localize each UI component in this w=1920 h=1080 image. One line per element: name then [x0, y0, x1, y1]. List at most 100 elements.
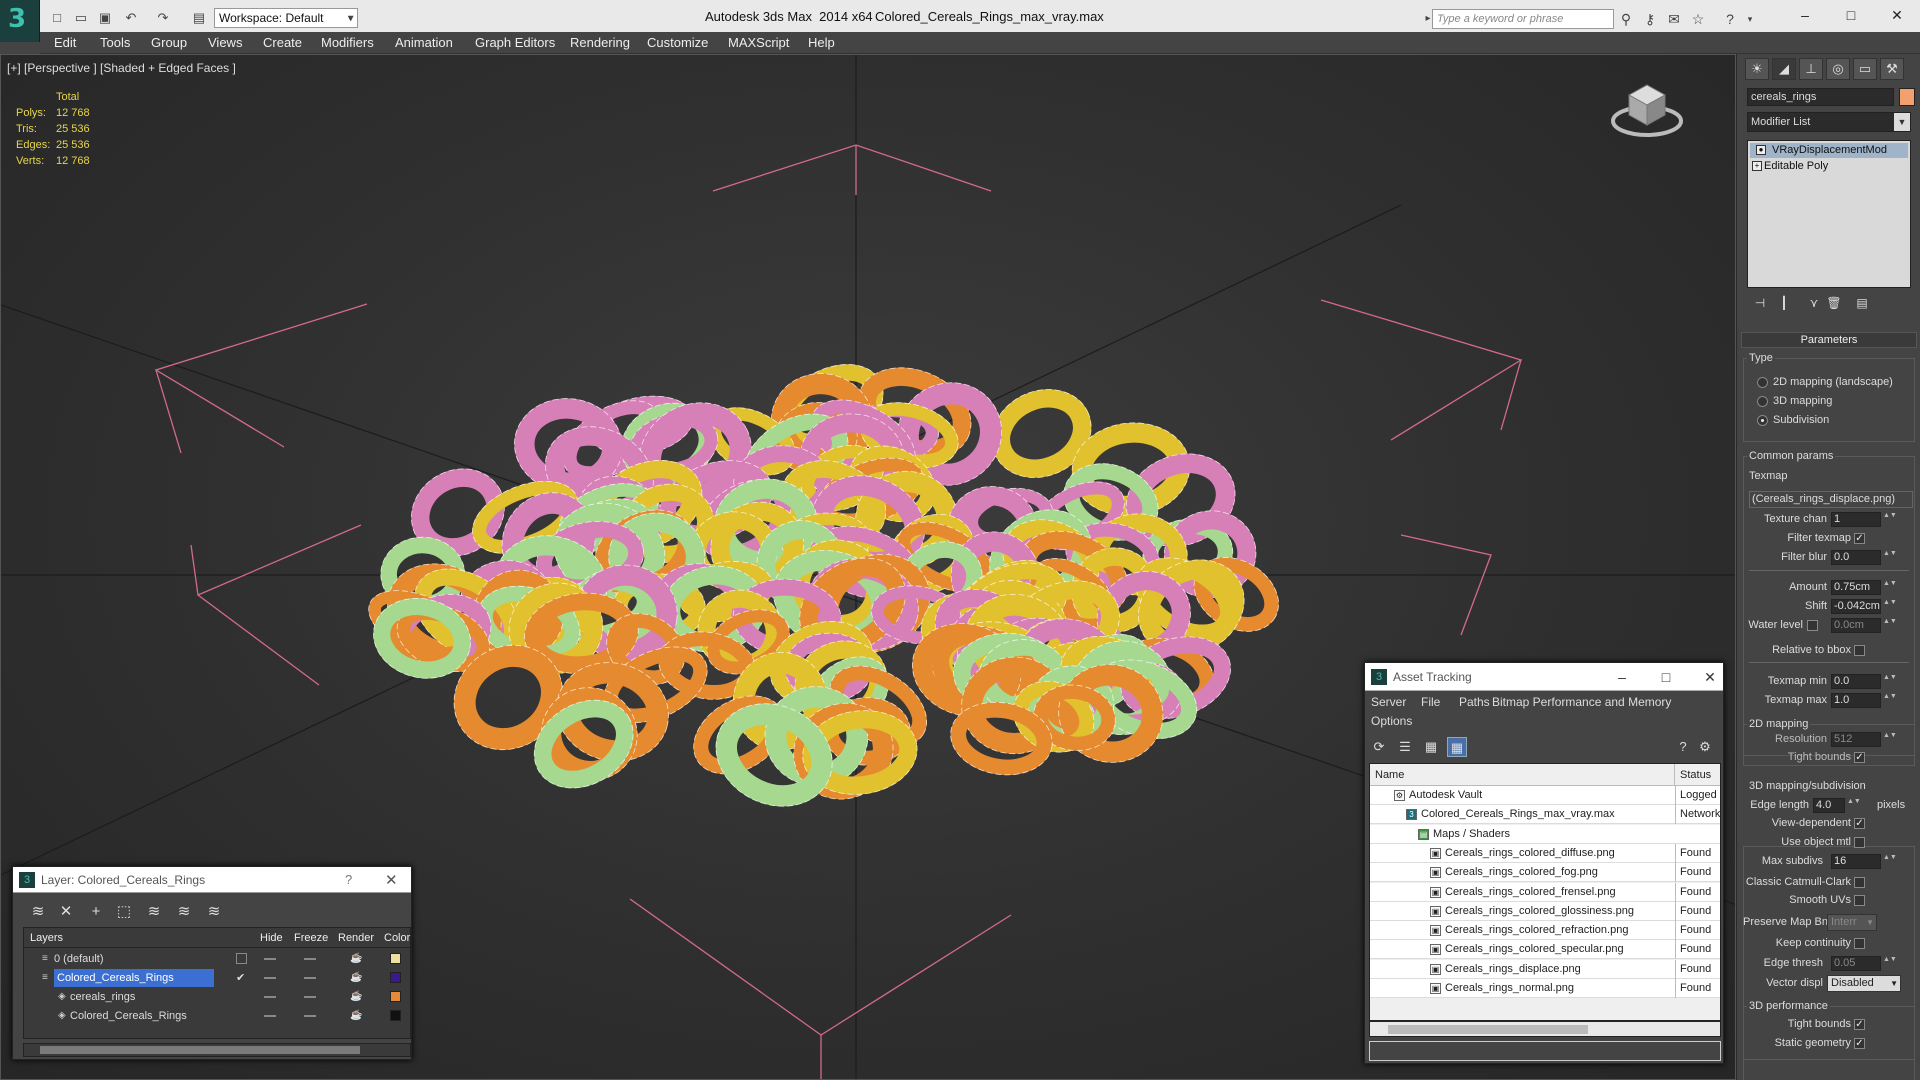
keep-continuity-checkbox[interactable] — [1854, 938, 1865, 949]
layer-color-swatch[interactable] — [390, 972, 401, 983]
render-teapot-icon[interactable]: ☕ — [350, 950, 362, 968]
column-header[interactable]: Freeze — [294, 932, 328, 944]
scrollbar-thumb[interactable] — [40, 1046, 360, 1054]
menu-tools[interactable]: Tools — [100, 35, 130, 50]
tight-bounds-2d-checkbox[interactable]: ✓ — [1854, 752, 1865, 763]
workspace-dropdown[interactable]: Workspace: Default ▼ — [214, 8, 358, 28]
app-logo-button[interactable]: 3 — [0, 0, 40, 42]
create-tab-sun-icon[interactable]: ☀ — [1745, 58, 1769, 80]
freeze-toggle[interactable] — [304, 958, 316, 960]
asset-row[interactable]: ▣ Cereals_rings_displace.png Found — [1370, 959, 1720, 979]
filter-texmap-checkbox[interactable]: ✓ — [1854, 533, 1865, 544]
highlight-layer-icon[interactable]: ≋ — [143, 901, 165, 923]
horizontal-scrollbar[interactable] — [23, 1043, 411, 1057]
menu-server[interactable]: Server — [1371, 695, 1406, 709]
current-layer-checkmark-icon[interactable]: ✔ — [236, 969, 245, 987]
render-teapot-icon[interactable]: ☕ — [350, 988, 362, 1006]
resolution-field[interactable]: 512 — [1831, 732, 1881, 747]
layer-dialog-titlebar[interactable]: 3 Layer: Colored_Cereals_Rings ? ✕ — [13, 867, 411, 893]
spinner-icon[interactable]: ▲▼ — [1883, 732, 1897, 747]
asset-row[interactable]: ▤ Maps / Shaders — [1370, 824, 1720, 844]
layer-name[interactable]: cereals_rings — [70, 988, 135, 1006]
communication-icon[interactable]: ✉ — [1664, 9, 1684, 29]
close-icon[interactable]: ✕ — [1697, 667, 1723, 687]
pin-stack-icon[interactable]: ⊣ — [1751, 296, 1769, 314]
menu-maxscript[interactable]: MAXScript — [728, 35, 789, 50]
modify-tab-icon[interactable]: ◢ — [1772, 58, 1796, 80]
viewcube-icon[interactable] — [1607, 73, 1687, 141]
column-header[interactable]: Hide — [260, 932, 283, 944]
expand-plus-icon[interactable]: + — [1752, 161, 1762, 171]
asset-dialog-titlebar[interactable]: 3 Asset Tracking – □ ✕ — [1365, 663, 1723, 691]
layer-color-swatch[interactable] — [390, 991, 401, 1002]
menu-edit[interactable]: Edit — [54, 35, 76, 50]
asset-row[interactable]: 3 Colored_Cereals_Rings_max_vray.max Netwo… — [1370, 805, 1720, 825]
menu-options[interactable]: Options — [1371, 714, 1412, 728]
delete-layer-icon[interactable]: ✕ — [55, 901, 77, 923]
select-in-layer-icon[interactable]: ⬚ — [113, 901, 135, 923]
make-unique-icon[interactable]: ⋎ — [1805, 296, 1823, 314]
smooth-uvs-checkbox[interactable] — [1854, 895, 1865, 906]
stack-item[interactable]: ● VRayDisplacementMod — [1750, 143, 1908, 158]
water-level-field[interactable]: 0.0cm — [1831, 618, 1881, 633]
relative-bbox-checkbox[interactable] — [1854, 645, 1865, 656]
hide-toggle[interactable] — [264, 958, 276, 960]
menu-views[interactable]: Views — [208, 35, 242, 50]
hierarchy-tab-icon[interactable]: ⊥ — [1799, 58, 1823, 80]
settings-icon[interactable]: ⚙ — [1695, 737, 1715, 757]
current-layer-checkbox[interactable] — [236, 953, 247, 964]
parameters-rollout-header[interactable]: Parameters — [1741, 332, 1917, 348]
refresh-icon[interactable]: ⟳ — [1369, 737, 1389, 757]
spinner-icon[interactable]: ▲▼ — [1883, 693, 1897, 708]
menu-animation[interactable]: Animation — [395, 35, 453, 50]
asset-row[interactable]: ⚙ Autodesk Vault Logged Out — [1370, 786, 1720, 805]
edge-length-field[interactable]: 4.0 — [1813, 798, 1845, 813]
freeze-toggle[interactable] — [304, 996, 316, 998]
layer-color-swatch[interactable] — [390, 953, 401, 964]
list-view-icon[interactable]: ☰ — [1395, 737, 1415, 757]
asset-row[interactable]: ▣ Cereals_rings_colored_glossiness.png Fou… — [1370, 901, 1720, 921]
maximize-icon[interactable]: □ — [1836, 4, 1866, 26]
layer-row[interactable]: ◈ Colored_Cereals_Rings ☕ — [24, 1007, 412, 1025]
lightbulb-icon[interactable]: ● — [1756, 145, 1766, 155]
spinner-icon[interactable]: ▲▼ — [1847, 798, 1861, 813]
menu-customize[interactable]: Customize — [647, 35, 708, 50]
column-header[interactable]: Layers — [30, 932, 63, 944]
search-input[interactable]: Type a keyword or phrase — [1432, 9, 1614, 29]
menu-graph-editors[interactable]: Graph Editors — [475, 35, 555, 50]
texmap-min-field[interactable]: 0.0 — [1831, 674, 1881, 689]
save-icon[interactable]: ▣ — [96, 9, 114, 27]
layer-name[interactable]: Colored_Cereals_Rings — [54, 969, 214, 987]
remove-modifier-icon[interactable]: 🗑 — [1825, 296, 1843, 314]
spinner-icon[interactable]: ▲▼ — [1883, 599, 1897, 614]
maximize-icon[interactable]: □ — [1653, 667, 1679, 687]
column-header[interactable]: Name — [1370, 764, 1675, 786]
table-view-icon[interactable]: ▦ — [1447, 737, 1467, 757]
layer-name[interactable]: Colored_Cereals_Rings — [70, 1007, 187, 1025]
menu-help[interactable]: Help — [808, 35, 835, 50]
scrollbar-thumb[interactable] — [1388, 1025, 1588, 1034]
minimize-icon[interactable]: – — [1790, 4, 1820, 26]
menu-modifiers[interactable]: Modifiers — [321, 35, 374, 50]
favorites-star-icon[interactable]: ☆ — [1688, 9, 1708, 29]
asset-row[interactable]: ▣ Cereals_rings_colored_specular.png Found — [1370, 940, 1720, 960]
vector-displ-dropdown[interactable]: Disabled ▼ — [1827, 975, 1901, 992]
layer-name[interactable]: 0 (default) — [54, 950, 104, 968]
asset-row[interactable]: ▣ Cereals_rings_colored_frensel.png Found — [1370, 882, 1720, 902]
texmap-max-field[interactable]: 1.0 — [1831, 693, 1881, 708]
asset-row[interactable]: ▣ Cereals_rings_colored_fog.png Found — [1370, 863, 1720, 883]
texmap-button[interactable]: (Cereals_rings_displace.png) — [1749, 491, 1913, 508]
spinner-icon[interactable]: ▲▼ — [1883, 854, 1897, 869]
spinner-icon[interactable]: ▲▼ — [1883, 618, 1897, 633]
show-end-result-icon[interactable]: ┃ — [1775, 296, 1793, 314]
menu-bitmap-performance[interactable]: Bitmap Performance and Memory — [1492, 695, 1671, 709]
amount-field[interactable]: 0.75cm — [1831, 580, 1881, 595]
classic-catmull-checkbox[interactable] — [1854, 877, 1865, 888]
render-teapot-icon[interactable]: ☕ — [350, 1007, 362, 1025]
spinner-icon[interactable]: ▲▼ — [1883, 956, 1897, 971]
viewport-label[interactable]: [+] [Perspective ] [Shaded + Edged Faces… — [7, 61, 236, 75]
filter-blur-field[interactable]: 0.0 — [1831, 550, 1881, 565]
tree-view-icon[interactable]: ▦ — [1421, 737, 1441, 757]
help-dropdown-icon[interactable]: ▾ — [1740, 9, 1760, 29]
max-subdivs-field[interactable]: 16 — [1831, 854, 1881, 869]
